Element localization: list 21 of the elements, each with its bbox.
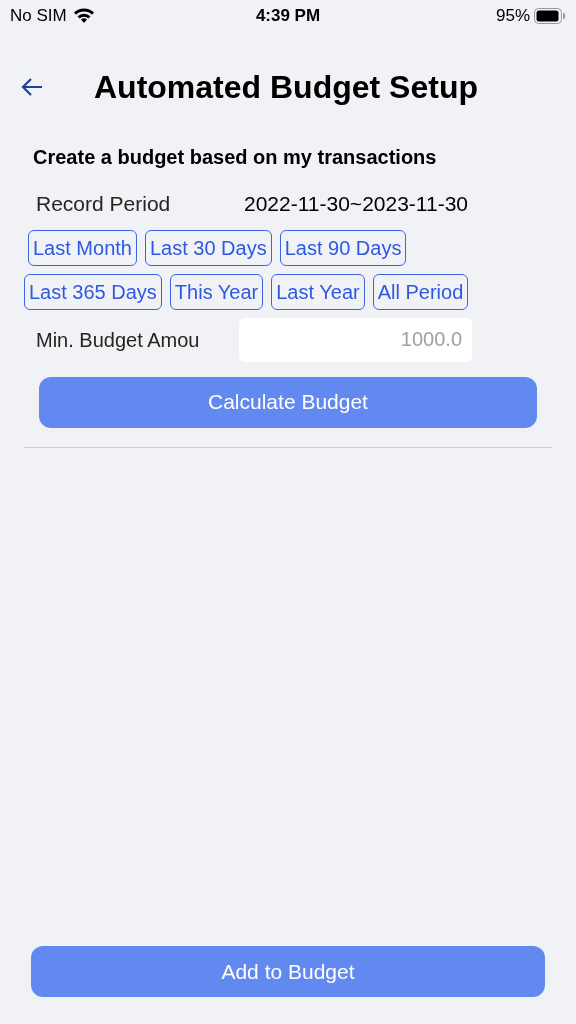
period-chip[interactable]: Last 365 Days bbox=[24, 273, 162, 310]
page-title: Automated Budget Setup bbox=[94, 68, 478, 107]
period-chip[interactable]: Last Year bbox=[271, 273, 365, 310]
carrier-label: No SIM bbox=[10, 5, 67, 28]
period-chip[interactable]: Last Month bbox=[28, 229, 137, 266]
add-to-budget-button[interactable]: Add to Budget bbox=[31, 946, 545, 997]
period-chip[interactable]: This Year bbox=[169, 273, 264, 310]
period-chip[interactable]: Last 30 Days bbox=[144, 229, 272, 266]
battery-icon bbox=[534, 8, 566, 24]
min-budget-label: Min. Budget Amou bbox=[36, 327, 201, 353]
period-chip[interactable]: All Period bbox=[372, 273, 469, 310]
record-period-label: Record Period bbox=[36, 191, 172, 217]
section-heading: Create a budget based on my transactions bbox=[33, 145, 438, 170]
min-budget-field[interactable]: 1000.0 bbox=[239, 317, 472, 362]
clock-time: 4:39 PM bbox=[255, 5, 321, 28]
wifi-icon bbox=[72, 8, 95, 24]
period-chip[interactable]: Last 90 Days bbox=[279, 229, 407, 266]
battery-percent: 95% bbox=[495, 5, 530, 28]
back-arrow-icon bbox=[20, 77, 44, 97]
record-period-value: 2022-11-30~2023-11-30 bbox=[244, 191, 468, 217]
calculate-budget-button[interactable]: Calculate Budget bbox=[39, 376, 537, 428]
